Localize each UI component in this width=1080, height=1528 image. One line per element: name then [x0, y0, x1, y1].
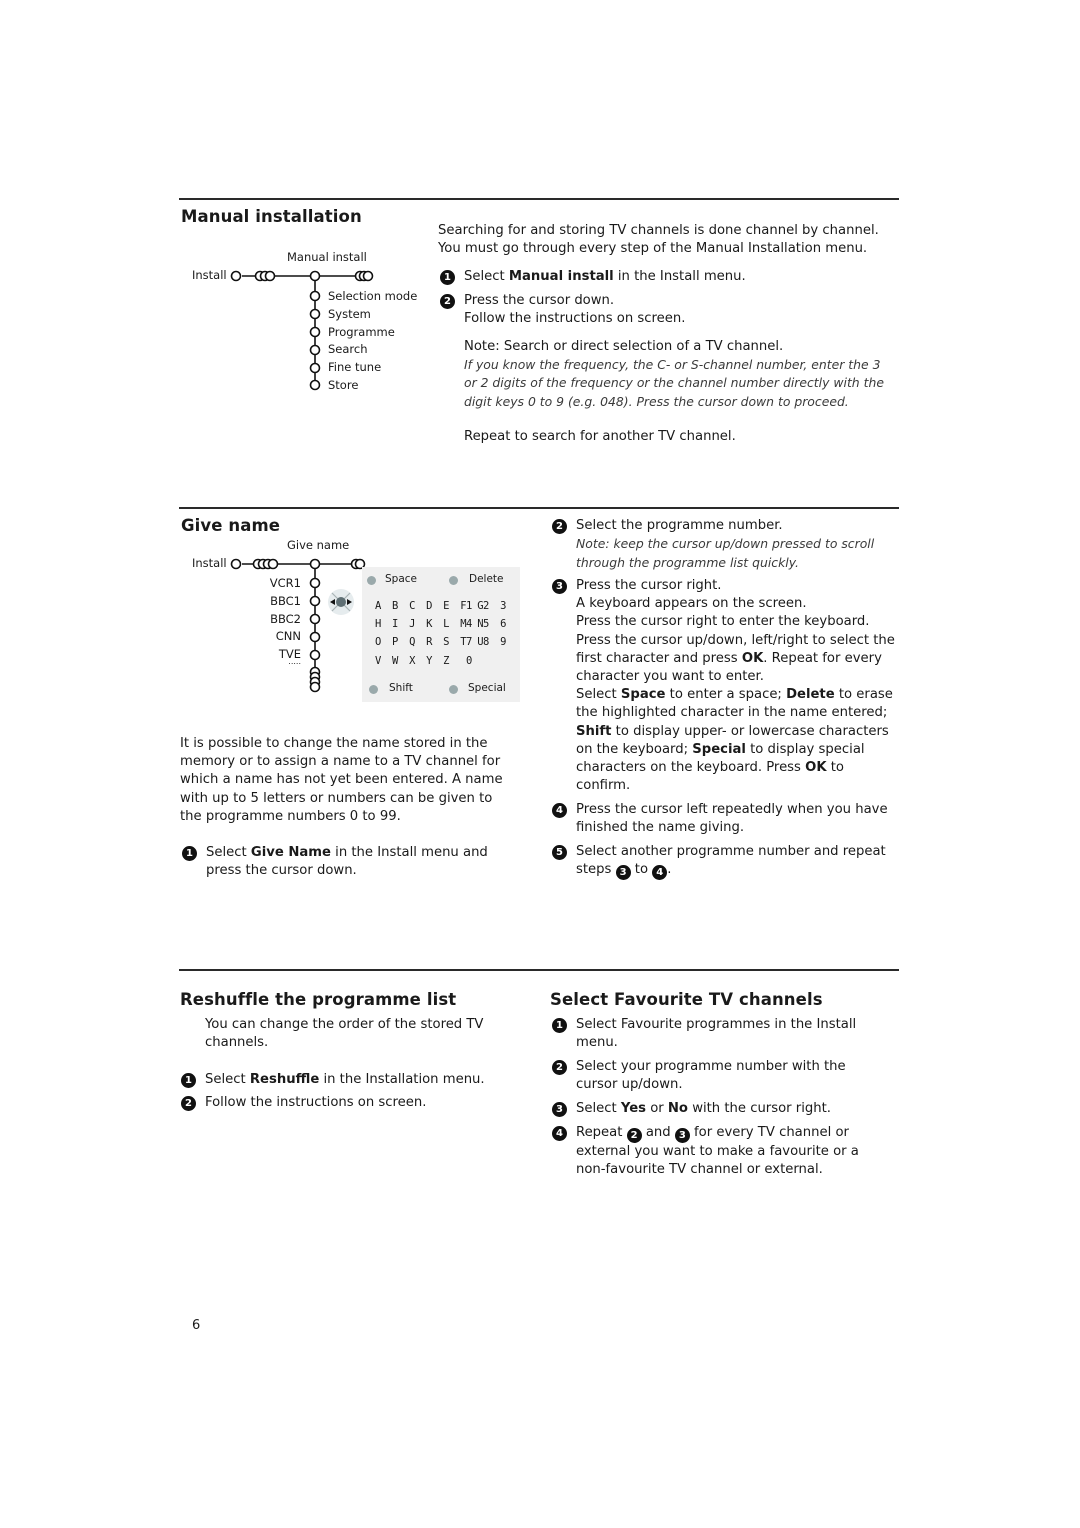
- step-number-icon: 4: [552, 803, 567, 818]
- scroll-note: Note: keep the cursor up/down pressed to…: [576, 536, 875, 571]
- step-number-icon: 2: [552, 1060, 567, 1075]
- give-name-tree-diagram: [230, 558, 366, 693]
- cursor-navigator-icon: [328, 589, 354, 615]
- channel-cnn: CNN: [275, 629, 301, 643]
- special-key-label: Special: [468, 682, 506, 694]
- space-key-label: Space: [385, 573, 417, 585]
- on-screen-keyboard: Space Delete A B C D E F G H I J K L M N…: [362, 567, 520, 702]
- step-number-icon: 1: [182, 846, 197, 861]
- channel-vcr1: VCR1: [269, 576, 301, 590]
- keyboard-digits-row: 0: [466, 655, 475, 667]
- shift-button-icon: [369, 685, 378, 694]
- step-ref-icon: 2: [626, 1128, 642, 1143]
- delete-key-label: Delete: [469, 573, 504, 585]
- shift-key-label: Shift: [389, 682, 413, 694]
- special-button-icon: [449, 685, 458, 694]
- channel-bbc1: BBC1: [270, 594, 301, 608]
- give-name-intro: It is possible to change the name stored…: [180, 736, 503, 824]
- space-button-icon: [367, 576, 376, 585]
- favourites-heading: Select Favourite TV channels: [550, 990, 823, 1009]
- step-number-icon: 3: [552, 579, 567, 594]
- channel-more: .....: [288, 657, 301, 666]
- step-number-icon: 2: [552, 519, 567, 534]
- keyboard-letters-row: V W X Y Z: [375, 655, 452, 667]
- page-number: 6: [192, 1318, 201, 1333]
- keyboard-digits-row: 4 5 6: [466, 618, 509, 630]
- step-number-icon: 4: [552, 1126, 567, 1141]
- keyboard-digits-row: 7 8 9: [466, 636, 509, 648]
- step-ref-icon: 4: [652, 865, 668, 881]
- channel-bbc2: BBC2: [270, 612, 301, 626]
- delete-button-icon: [449, 576, 458, 585]
- step-number-icon: 3: [552, 1102, 567, 1117]
- reshuffle-intro: You can change the order of the stored T…: [205, 1017, 484, 1051]
- step-number-icon: 2: [181, 1096, 196, 1111]
- step-number-icon: 5: [552, 845, 567, 860]
- step-number-icon: 1: [552, 1018, 567, 1033]
- keyboard-digits-row: 1 2 3: [466, 600, 509, 612]
- step-number-icon: 1: [181, 1073, 196, 1088]
- section-divider: [179, 969, 899, 971]
- reshuffle-heading: Reshuffle the programme list: [180, 990, 457, 1009]
- step-ref-icon: 3: [674, 1128, 690, 1143]
- step-ref-icon: 3: [615, 865, 631, 881]
